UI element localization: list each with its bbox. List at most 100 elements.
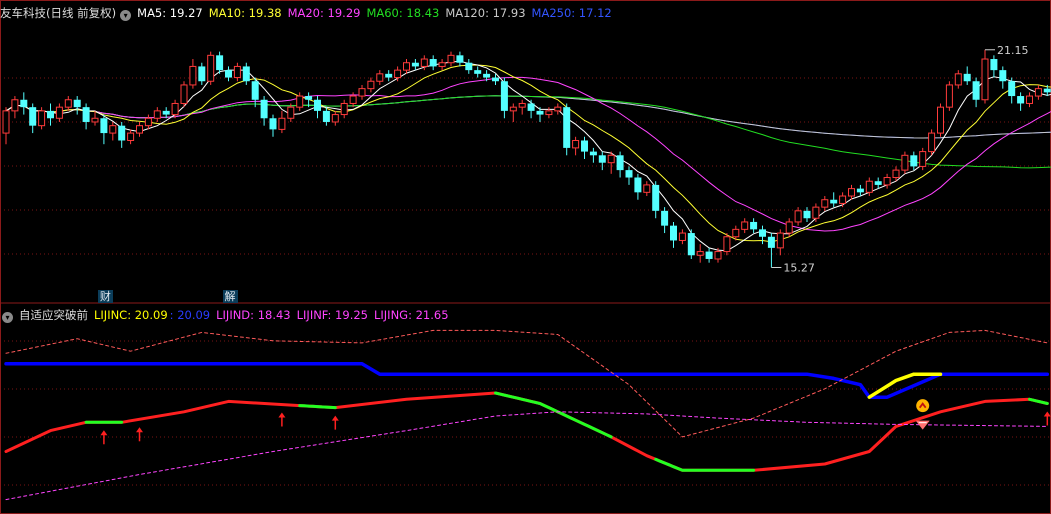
candle-body [865,180,873,193]
candle-body [492,77,499,82]
candle-body [803,210,811,219]
candle-body [100,118,108,134]
chart-canvas[interactable]: 21.15 15.27 [0,0,1051,514]
candle-body [536,110,544,115]
candle-body [990,59,998,71]
candle [429,55,437,71]
candle-body [527,103,535,111]
candle-body [260,99,268,119]
candle-body [848,188,855,197]
candle [144,114,152,130]
ma5-legend: MA5: 19.27 [137,6,203,20]
candle-body [385,73,393,78]
candle-body [830,199,838,204]
financial-report-tag[interactable]: 财 [97,290,113,303]
candle-body [981,58,989,101]
low-price-marker: 15.27 [771,261,815,274]
candle-body [607,154,615,164]
candle-body [687,233,695,256]
lijind-green-segment [654,457,756,472]
candle-body [198,66,206,82]
candle-body [109,125,117,134]
candle-body [643,184,651,193]
candle-body [127,132,135,141]
candle [411,59,419,71]
candle [322,107,330,126]
chevron-up-icon [916,399,930,413]
candle-body [972,81,980,100]
candle [625,166,633,185]
candle [981,49,989,104]
candle-body [314,99,321,111]
candle [438,59,446,71]
candle-body [901,154,909,171]
candle-body [233,65,241,79]
candle-body [438,62,446,67]
ma5-line [5,60,1051,252]
candle-body [883,177,891,186]
candle-body [171,102,179,116]
candle [705,247,713,263]
candle [767,233,775,268]
candle-body [394,69,402,79]
candle [314,96,321,119]
candle-body [474,70,482,74]
candle [750,218,758,234]
candle-body [251,81,259,100]
candle [999,66,1007,89]
candle-body [759,229,766,237]
candle [910,151,918,171]
candle-body [794,210,802,223]
candle [207,51,215,85]
candle-body [207,54,215,82]
candle [331,110,339,126]
buy-arrow-icon [100,430,108,445]
candle-body [563,107,571,148]
unlock-tag[interactable]: 解 [222,290,238,303]
indicator-title: 自适应突破前 [19,308,88,322]
candle-body [839,195,847,204]
candle [563,103,571,156]
candle-body [20,99,28,108]
candle-body [269,118,277,130]
candle [518,99,526,115]
candle [198,62,206,85]
lijind-green-segment [298,404,337,410]
lijind-line [4,391,1049,472]
candle-body [11,99,19,112]
candle-body [1026,95,1033,104]
candle [136,121,143,137]
candle [225,66,232,82]
chevron-down-icon[interactable]: ▾ [120,10,132,21]
candle-body [741,221,749,230]
buy-arrow-icon [136,427,143,442]
chevron-down-icon[interactable]: ▾ [2,312,13,323]
candle [118,121,126,148]
candle-body [47,110,54,119]
candle-body [999,70,1007,82]
candle-body [776,232,784,249]
candle-body [456,55,464,63]
candle-body [812,206,820,219]
badge-circle [916,399,930,413]
indicator-header: ▾ 自适应突破前 LIJINC: 20.09: 20.09 LIJIND: 18.43… [0,306,1051,324]
annotation-label: 15.27 [783,261,815,274]
candle [990,55,998,78]
candle [403,59,410,74]
candle [2,107,10,145]
candle [180,81,188,108]
candle-body [287,106,295,119]
candle [109,121,117,141]
candle [812,203,820,222]
candle-body [296,95,304,108]
candle [634,173,642,200]
candle-body [509,106,517,112]
ma60-legend: MA60: 18.43 [366,6,440,20]
candle [581,136,588,159]
candle [545,107,553,119]
candle [260,96,268,126]
candle-body [670,225,677,241]
lijinc-legend: LIJINC: 20.09 [94,308,168,322]
high-price-marker: 21.15 [985,44,1029,57]
candle-body [465,62,473,71]
